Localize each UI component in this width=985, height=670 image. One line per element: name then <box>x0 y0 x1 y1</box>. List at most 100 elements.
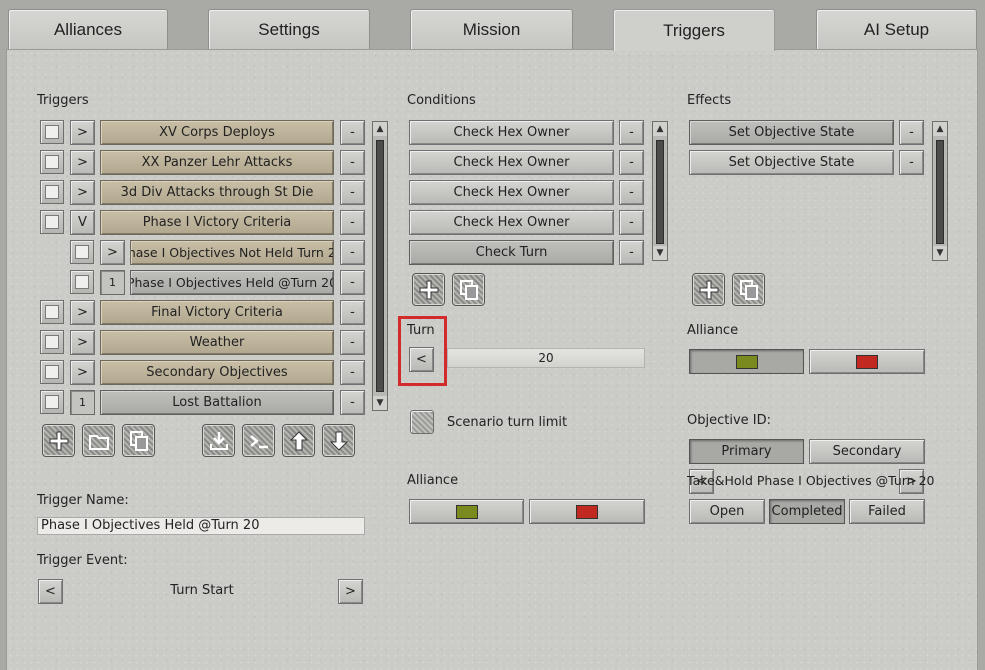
objective-id-label: Objective ID: <box>687 413 771 428</box>
turn-value-text: 20 <box>538 351 554 365</box>
tab-triggers[interactable]: Triggers <box>613 9 775 51</box>
add-folder-button[interactable] <box>82 424 115 457</box>
trigger-expand-button[interactable]: > <box>70 150 95 175</box>
condition-remove-button[interactable]: - <box>619 150 644 175</box>
objective-secondary-button[interactable]: Secondary <box>809 439 925 464</box>
trigger-remove-button[interactable]: - <box>340 240 365 265</box>
trigger-item[interactable]: XX Panzer Lehr Attacks <box>100 150 334 175</box>
trigger-collapse-button[interactable]: V <box>70 210 95 235</box>
trigger-item[interactable]: Phase I Objectives Not Held Turn 20 <box>130 240 334 265</box>
add-condition-button[interactable] <box>412 273 445 306</box>
condition-remove-button[interactable]: - <box>619 240 644 265</box>
trigger-checkbox[interactable] <box>40 300 64 324</box>
scroll-down-icon[interactable]: ▼ <box>653 246 667 260</box>
scroll-thumb[interactable] <box>656 140 664 244</box>
condition-remove-button[interactable]: - <box>619 180 644 205</box>
move-down-button[interactable] <box>322 424 355 457</box>
trigger-remove-button[interactable]: - <box>340 360 365 385</box>
effect-remove-button[interactable]: - <box>899 150 924 175</box>
effect-item-selected[interactable]: Set Objective State <box>689 120 894 145</box>
tab-settings[interactable]: Settings <box>208 9 370 49</box>
copy-effect-button[interactable] <box>732 273 765 306</box>
trigger-item[interactable]: Phase I Victory Criteria <box>100 210 334 235</box>
trigger-item[interactable]: Lost Battalion <box>100 390 334 415</box>
scroll-thumb[interactable] <box>936 140 944 244</box>
condition-item[interactable]: Check Hex Owner <box>409 120 614 145</box>
trigger-expand-button[interactable]: > <box>70 180 95 205</box>
objective-state-open-button[interactable]: Open <box>689 499 765 524</box>
copy-trigger-button[interactable] <box>122 424 155 457</box>
trigger-item[interactable]: Final Victory Criteria <box>100 300 334 325</box>
trigger-event-prev-button[interactable]: < <box>38 579 63 604</box>
import-trigger-button[interactable] <box>202 424 235 457</box>
scroll-up-icon[interactable]: ▲ <box>373 122 387 136</box>
add-trigger-button[interactable] <box>42 424 75 457</box>
objective-primary-button[interactable]: Primary <box>689 439 804 464</box>
trigger-expand-button[interactable]: > <box>70 330 95 355</box>
condition-alliance-red-button[interactable] <box>529 499 645 524</box>
trigger-remove-button[interactable]: - <box>340 180 365 205</box>
effects-scrollbar[interactable]: ▲ ▼ <box>932 121 948 261</box>
condition-item-selected[interactable]: Check Turn <box>409 240 614 265</box>
script-button[interactable] <box>242 424 275 457</box>
scroll-down-icon[interactable]: ▼ <box>933 246 947 260</box>
tab-ai-setup[interactable]: AI Setup <box>816 9 977 49</box>
trigger-item[interactable]: Weather <box>100 330 334 355</box>
trigger-remove-button[interactable]: - <box>340 300 365 325</box>
trigger-item[interactable]: XV Corps Deploys <box>100 120 334 145</box>
trigger-checkbox[interactable] <box>40 330 64 354</box>
objective-state-completed-button[interactable]: Completed <box>769 499 845 524</box>
trigger-checkbox[interactable] <box>70 240 94 264</box>
effect-remove-button[interactable]: - <box>899 120 924 145</box>
trigger-checkbox[interactable] <box>70 270 94 294</box>
turn-value[interactable]: 20 <box>447 348 645 368</box>
trigger-remove-button[interactable]: - <box>340 390 365 415</box>
trigger-item[interactable]: 3d Div Attacks through St Die <box>100 180 334 205</box>
trigger-event-next-button[interactable]: > <box>338 579 363 604</box>
triggers-heading: Triggers <box>37 93 89 108</box>
condition-remove-button[interactable]: - <box>619 120 644 145</box>
trigger-remove-button[interactable]: - <box>340 270 365 295</box>
trigger-remove-button[interactable]: - <box>340 120 365 145</box>
move-up-button[interactable] <box>282 424 315 457</box>
add-effect-button[interactable] <box>692 273 725 306</box>
condition-item[interactable]: Check Hex Owner <box>409 180 614 205</box>
trigger-expand-button[interactable]: > <box>70 300 95 325</box>
effect-item[interactable]: Set Objective State <box>689 150 894 175</box>
trigger-checkbox[interactable] <box>40 120 64 144</box>
scroll-down-icon[interactable]: ▼ <box>373 396 387 410</box>
trigger-remove-button[interactable]: - <box>340 330 365 355</box>
download-icon <box>209 431 228 450</box>
trigger-name-field[interactable]: Phase I Objectives Held @Turn 20 <box>37 517 365 535</box>
trigger-item-selected[interactable]: Phase I Objectives Held @Turn 20 <box>130 270 334 295</box>
scenario-turn-limit-checkbox[interactable] <box>410 410 434 434</box>
trigger-checkbox[interactable] <box>40 390 64 414</box>
triggers-scrollbar[interactable]: ▲ ▼ <box>372 121 388 411</box>
effect-alliance-red-button[interactable] <box>809 349 925 374</box>
tab-mission[interactable]: Mission <box>410 9 573 49</box>
tab-alliances[interactable]: Alliances <box>8 9 168 49</box>
scroll-up-icon[interactable]: ▲ <box>933 122 947 136</box>
scroll-up-icon[interactable]: ▲ <box>653 122 667 136</box>
trigger-remove-button[interactable]: - <box>340 150 365 175</box>
trigger-order-number: 1 <box>100 270 125 295</box>
trigger-remove-button[interactable]: - <box>340 210 365 235</box>
scroll-thumb[interactable] <box>376 140 384 392</box>
condition-alliance-green-button[interactable] <box>409 499 524 524</box>
objective-state-failed-button[interactable]: Failed <box>849 499 925 524</box>
copy-condition-button[interactable] <box>452 273 485 306</box>
trigger-item[interactable]: Secondary Objectives <box>100 360 334 385</box>
trigger-expand-button[interactable]: > <box>70 120 95 145</box>
trigger-checkbox[interactable] <box>40 180 64 204</box>
conditions-scrollbar[interactable]: ▲ ▼ <box>652 121 668 261</box>
condition-item[interactable]: Check Hex Owner <box>409 210 614 235</box>
trigger-checkbox[interactable] <box>40 360 64 384</box>
trigger-event-label: Trigger Event: <box>37 553 128 568</box>
trigger-checkbox[interactable] <box>40 210 64 234</box>
trigger-expand-button[interactable]: > <box>100 240 125 265</box>
condition-remove-button[interactable]: - <box>619 210 644 235</box>
condition-item[interactable]: Check Hex Owner <box>409 150 614 175</box>
trigger-checkbox[interactable] <box>40 150 64 174</box>
effect-alliance-green-button[interactable] <box>689 349 804 374</box>
trigger-expand-button[interactable]: > <box>70 360 95 385</box>
